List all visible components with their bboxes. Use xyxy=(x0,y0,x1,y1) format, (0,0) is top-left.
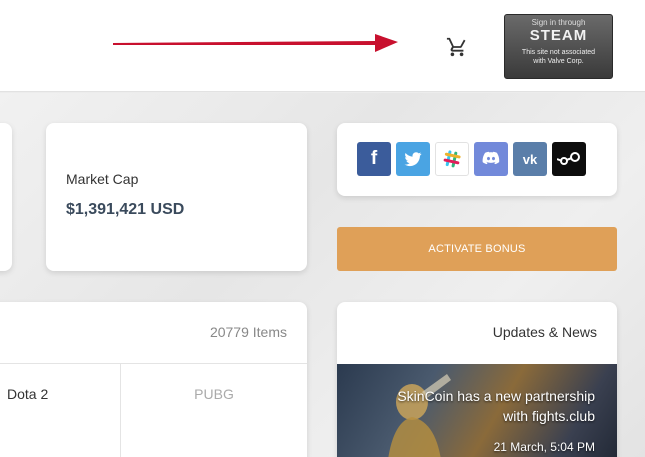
steam-icon[interactable] xyxy=(552,142,586,176)
activate-bonus-button[interactable]: ACTIVATE BONUS xyxy=(337,227,617,271)
discord-icon[interactable] xyxy=(474,142,508,176)
top-bar: Sign in through STEAM This site not asso… xyxy=(0,0,645,92)
steam-note-line1: This site not associated xyxy=(521,49,596,56)
market-cap-label: Market Cap xyxy=(66,171,139,187)
facebook-icon[interactable]: f xyxy=(357,142,391,176)
social-icons-row: f vk xyxy=(357,142,586,176)
steam-brand-text: STEAM xyxy=(529,27,588,44)
market-cap-card: Market Cap $1,391,421 USD xyxy=(46,123,307,271)
social-links-card: f vk xyxy=(337,123,617,196)
steam-note-line2: with Valve Corp. xyxy=(533,58,584,65)
news-title: Updates & News xyxy=(492,324,597,340)
items-count: 20779 Items xyxy=(209,324,287,340)
game-tab-dota2[interactable]: Dota 2 xyxy=(0,364,121,457)
shopping-cart-icon[interactable] xyxy=(446,36,468,58)
steam-sign-in-button[interactable]: Sign in through STEAM This site not asso… xyxy=(504,14,613,79)
market-cap-value: $1,391,421 USD xyxy=(66,201,185,218)
red-arrow-annotation xyxy=(113,34,398,52)
game-tab-label: PUBG xyxy=(194,386,234,402)
game-tab-pubg[interactable]: PUBG xyxy=(121,364,307,457)
vk-glyph: vk xyxy=(522,151,538,167)
news-card: Updates & News SkinCoin has a new partne… xyxy=(337,302,617,457)
steam-sign-in-text: Sign in through xyxy=(531,18,586,27)
partial-card xyxy=(0,123,12,271)
news-headline[interactable]: SkinCoin has a new partnership with figh… xyxy=(375,386,595,426)
news-date: 21 March, 5:04 PM xyxy=(493,440,595,454)
facebook-glyph: f xyxy=(370,148,378,169)
vk-icon[interactable]: vk xyxy=(513,142,547,176)
items-card: 20779 Items Dota 2 PUBG xyxy=(0,302,307,457)
game-tab-label: Dota 2 xyxy=(7,386,49,402)
slack-icon[interactable] xyxy=(435,142,469,176)
twitter-icon[interactable] xyxy=(396,142,430,176)
news-image[interactable]: SkinCoin has a new partnership with figh… xyxy=(337,364,617,457)
